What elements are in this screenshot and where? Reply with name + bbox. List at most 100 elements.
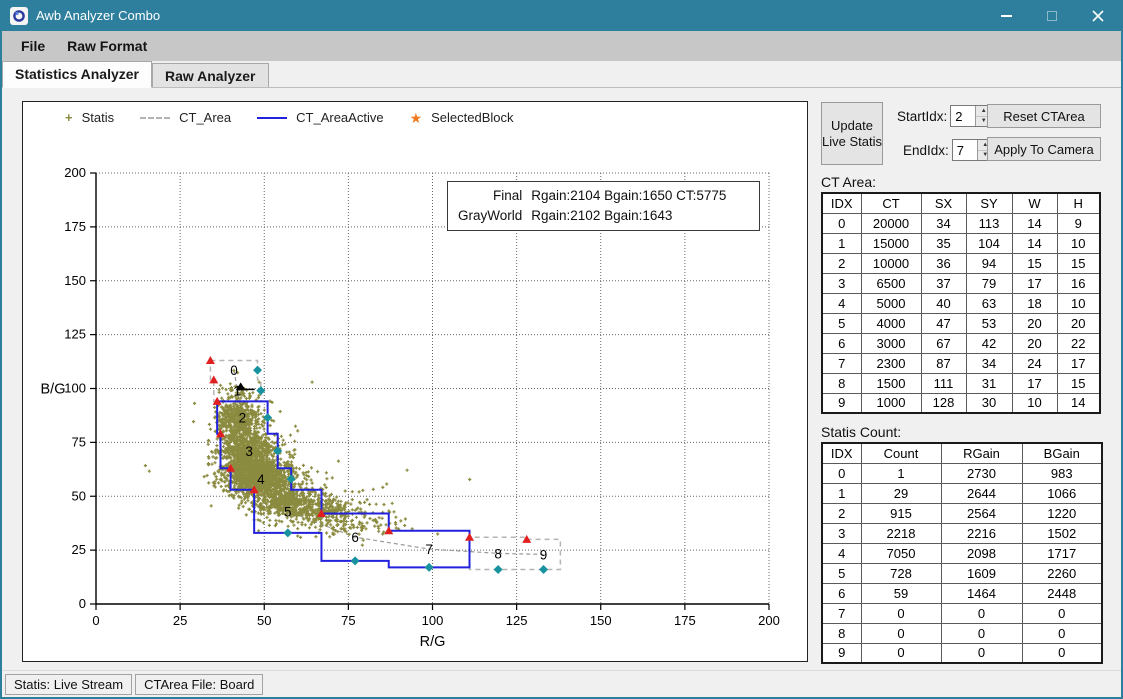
menu-raw-format[interactable]: Raw Format [56, 33, 158, 59]
table-cell[interactable]: 53 [966, 313, 1012, 333]
table-cell[interactable]: 104 [966, 233, 1012, 253]
table-cell[interactable]: 2098 [941, 543, 1022, 563]
table-cell[interactable]: 17 [1057, 353, 1100, 373]
table-cell[interactable]: 8 [822, 373, 861, 393]
table-cell[interactable]: 0 [941, 623, 1022, 643]
table-cell[interactable]: 34 [921, 213, 966, 233]
table-cell[interactable]: 1 [822, 483, 861, 503]
table-cell[interactable]: 31 [966, 373, 1012, 393]
table-row[interactable]: 21000036941515 [822, 253, 1100, 273]
table-cell[interactable]: 20 [1012, 333, 1057, 353]
table-cell[interactable]: 4 [822, 293, 861, 313]
table-cell[interactable]: 2300 [861, 353, 921, 373]
table-cell[interactable]: 2216 [941, 523, 1022, 543]
table-cell[interactable]: 7050 [861, 543, 941, 563]
table-row[interactable]: 02000034113149 [822, 213, 1100, 233]
table-cell[interactable]: 87 [921, 353, 966, 373]
table-cell[interactable]: 728 [861, 563, 941, 583]
table-cell[interactable]: 3 [822, 523, 861, 543]
table-cell[interactable]: 20000 [861, 213, 921, 233]
table-row[interactable]: 3650037791716 [822, 273, 1100, 293]
table-cell[interactable]: 67 [921, 333, 966, 353]
table-cell[interactable]: 1220 [1022, 503, 1102, 523]
table-cell[interactable]: 8 [822, 623, 861, 643]
table-cell[interactable]: 2218 [861, 523, 941, 543]
table-cell[interactable]: 0 [822, 213, 861, 233]
table-cell[interactable]: 0 [822, 463, 861, 483]
table-cell[interactable]: 47 [921, 313, 966, 333]
table-cell[interactable]: 9 [822, 643, 861, 663]
table-cell[interactable]: 15 [1057, 253, 1100, 273]
table-cell[interactable]: 4000 [861, 313, 921, 333]
table-cell[interactable]: 40 [921, 293, 966, 313]
table-cell[interactable]: 6 [822, 583, 861, 603]
table-cell[interactable]: 1609 [941, 563, 1022, 583]
table-cell[interactable]: 6500 [861, 273, 921, 293]
table-cell[interactable]: 0 [1022, 603, 1102, 623]
table-row[interactable]: 4500040631810 [822, 293, 1100, 313]
table-row[interactable]: 012730983 [822, 463, 1102, 483]
table-cell[interactable]: 17 [1012, 373, 1057, 393]
startidx-value[interactable]: 2 [951, 106, 975, 126]
table-cell[interactable]: 14 [1012, 213, 1057, 233]
table-cell[interactable]: 59 [861, 583, 941, 603]
table-cell[interactable]: 2 [822, 503, 861, 523]
table-cell[interactable]: 1066 [1022, 483, 1102, 503]
table-cell[interactable]: 1717 [1022, 543, 1102, 563]
table-cell[interactable]: 1000 [861, 393, 921, 413]
table-row[interactable]: 81500111311715 [822, 373, 1100, 393]
table-cell[interactable]: 983 [1022, 463, 1102, 483]
table-cell[interactable]: 2448 [1022, 583, 1102, 603]
table-cell[interactable]: 915 [861, 503, 941, 523]
table-row[interactable]: 4705020981717 [822, 543, 1102, 563]
table-cell[interactable]: 30 [966, 393, 1012, 413]
table-cell[interactable]: 5000 [861, 293, 921, 313]
table-cell[interactable]: 9 [1057, 213, 1100, 233]
tab-statistics-analyzer[interactable]: Statistics Analyzer [2, 61, 152, 88]
table-cell[interactable]: 5 [822, 563, 861, 583]
table-cell[interactable]: 7 [822, 353, 861, 373]
table-cell[interactable]: 63 [966, 293, 1012, 313]
table-row[interactable]: 12926441066 [822, 483, 1102, 503]
table-cell[interactable]: 14 [1012, 233, 1057, 253]
table-cell[interactable]: 36 [921, 253, 966, 273]
table-cell[interactable]: 0 [861, 623, 941, 643]
table-cell[interactable]: 15 [1057, 373, 1100, 393]
table-row[interactable]: 5400047532020 [822, 313, 1100, 333]
table-cell[interactable]: 15000 [861, 233, 921, 253]
table-cell[interactable]: 2564 [941, 503, 1022, 523]
table-cell[interactable]: 1 [822, 233, 861, 253]
table-cell[interactable]: 3 [822, 273, 861, 293]
table-cell[interactable]: 14 [1057, 393, 1100, 413]
table-cell[interactable]: 10 [1057, 293, 1100, 313]
table-cell[interactable]: 2644 [941, 483, 1022, 503]
table-cell[interactable]: 1502 [1022, 523, 1102, 543]
table-cell[interactable]: 113 [966, 213, 1012, 233]
endidx-value[interactable]: 7 [953, 140, 977, 160]
table-cell[interactable]: 111 [921, 373, 966, 393]
table-cell[interactable]: 10 [1012, 393, 1057, 413]
table-cell[interactable]: 15 [1012, 253, 1057, 273]
table-row[interactable]: 3221822161502 [822, 523, 1102, 543]
table-cell[interactable]: 22 [1057, 333, 1100, 353]
table-cell[interactable]: 128 [921, 393, 966, 413]
menu-file[interactable]: File [10, 33, 56, 59]
maximize-button[interactable] [1029, 0, 1075, 31]
table-cell[interactable]: 16 [1057, 273, 1100, 293]
table-cell[interactable]: 9 [822, 393, 861, 413]
table-cell[interactable]: 5 [822, 313, 861, 333]
startidx-spinbox[interactable]: 2 ▲ ▼ [950, 105, 992, 127]
table-cell[interactable]: 79 [966, 273, 1012, 293]
table-cell[interactable]: 7 [822, 603, 861, 623]
table-cell[interactable]: 35 [921, 233, 966, 253]
table-row[interactable]: 7000 [822, 603, 1102, 623]
table-cell[interactable]: 42 [966, 333, 1012, 353]
table-cell[interactable]: 0 [941, 603, 1022, 623]
table-cell[interactable]: 1500 [861, 373, 921, 393]
table-cell[interactable]: 6 [822, 333, 861, 353]
table-cell[interactable]: 10000 [861, 253, 921, 273]
table-cell[interactable]: 1 [861, 463, 941, 483]
table-row[interactable]: 572816092260 [822, 563, 1102, 583]
table-cell[interactable]: 29 [861, 483, 941, 503]
tab-raw-analyzer[interactable]: Raw Analyzer [152, 63, 269, 87]
